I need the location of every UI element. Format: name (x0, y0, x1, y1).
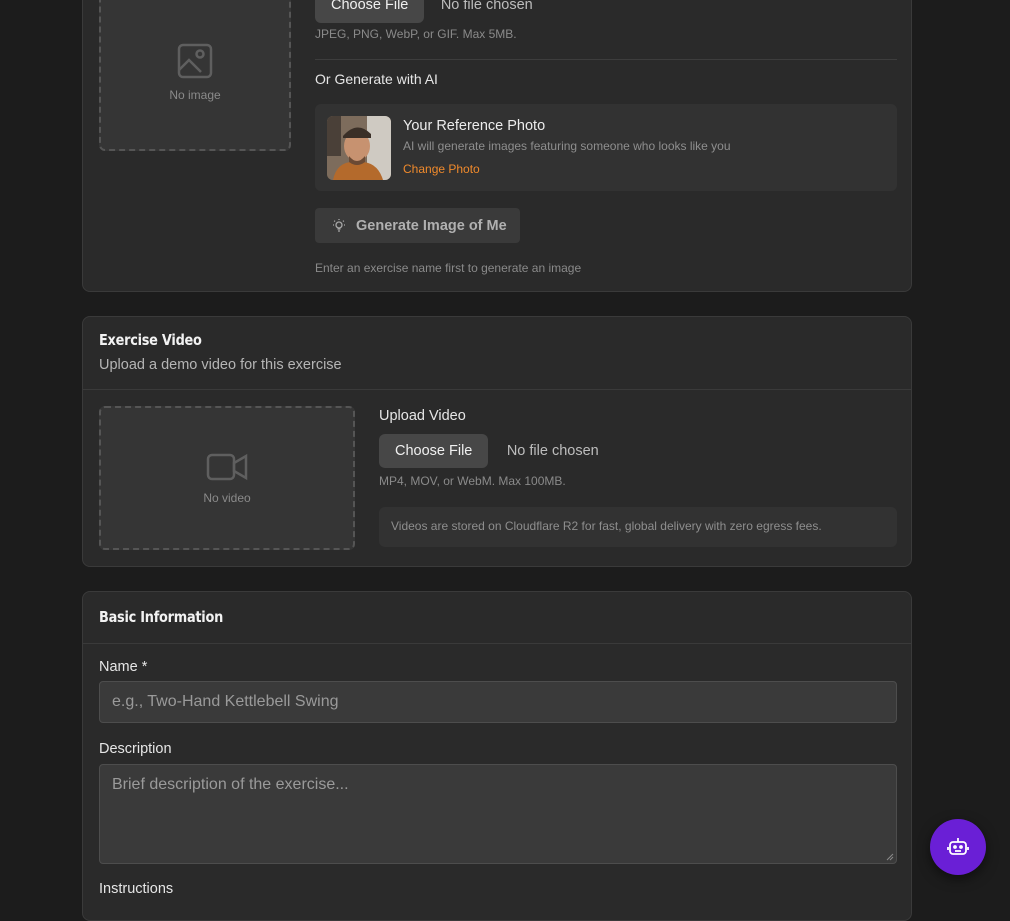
image-choose-file-button[interactable]: Choose File (315, 0, 425, 23)
video-preview-dropzone[interactable]: No video (99, 406, 355, 550)
image-formats-hint: JPEG, PNG, WebP, or GIF. Max 5MB. (315, 27, 517, 41)
video-formats-hint: MP4, MOV, or WebM. Max 100MB. (379, 474, 566, 488)
name-input-placeholder: e.g., Two-Hand Kettlebell Swing (112, 693, 339, 710)
exercise-video-card: Exercise Video Upload a demo video for t… (82, 316, 912, 567)
video-storage-note: Videos are stored on Cloudflare R2 for f… (379, 507, 897, 547)
video-card-subtitle: Upload a demo video for this exercise (99, 357, 342, 373)
exercise-image-card: No image Choose File No file chosen JPEG… (82, 0, 912, 292)
video-card-title: Exercise Video (99, 331, 202, 349)
description-label: Description (99, 741, 172, 757)
name-input[interactable]: e.g., Two-Hand Kettlebell Swing (99, 681, 897, 723)
generate-image-label: Generate Image of Me (356, 217, 507, 234)
basic-card-title: Basic Information (99, 608, 224, 626)
reference-photo-description: AI will generate images featuring someon… (403, 139, 731, 153)
upload-video-label: Upload Video (379, 408, 466, 424)
generate-image-button[interactable]: Generate Image of Me (315, 208, 520, 243)
basic-information-card: Basic Information Name * e.g., Two-Hand … (82, 591, 912, 921)
reference-photo-title: Your Reference Photo (403, 118, 546, 134)
description-textarea[interactable]: Brief description of the exercise... (99, 764, 897, 864)
description-textarea-placeholder: Brief description of the exercise... (112, 776, 349, 793)
image-no-file-label: No file chosen (440, 0, 533, 13)
name-label: Name * (99, 659, 148, 675)
ai-generate-heading: Or Generate with AI (315, 71, 438, 87)
video-camera-icon (206, 453, 248, 481)
image-icon (177, 43, 213, 79)
reference-photo-thumbnail (327, 116, 391, 180)
image-preview-dropzone[interactable]: No image (99, 0, 291, 151)
basic-card-header: Basic Information (83, 592, 911, 644)
instructions-label: Instructions (99, 881, 174, 897)
lightbulb-icon (333, 218, 345, 232)
video-storage-note-text: Videos are stored on Cloudflare R2 for f… (391, 519, 822, 533)
video-empty-label: No video (203, 491, 251, 505)
reference-photo-panel: Your Reference Photo AI will generate im… (315, 104, 897, 191)
change-photo-link[interactable]: Change Photo (403, 162, 480, 176)
ai-assistant-button[interactable] (930, 819, 986, 875)
video-no-file-label: No file chosen (506, 443, 599, 459)
divider (315, 59, 897, 60)
resize-handle-icon[interactable] (886, 853, 894, 861)
robot-icon (947, 838, 969, 855)
video-card-header: Exercise Video Upload a demo video for t… (83, 317, 911, 390)
generate-hint: Enter an exercise name first to generate… (315, 261, 582, 275)
video-choose-file-button[interactable]: Choose File (379, 434, 489, 468)
image-empty-label: No image (169, 88, 221, 102)
